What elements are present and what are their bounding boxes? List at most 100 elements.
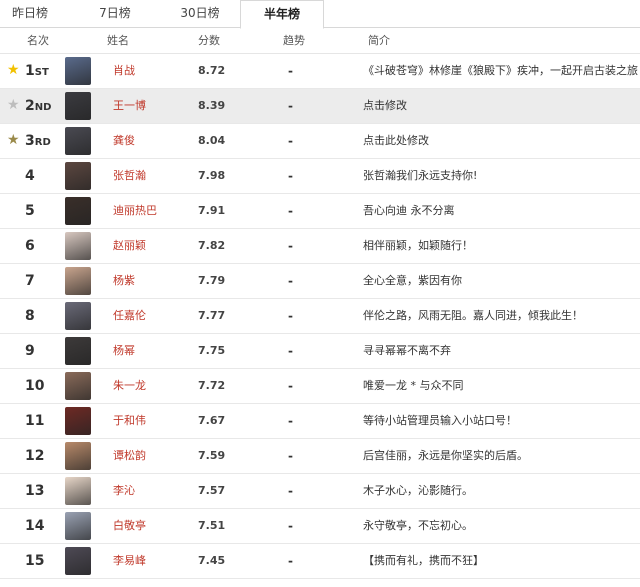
avatar[interactable] (65, 127, 91, 155)
avatar[interactable] (65, 337, 91, 365)
rank-value: 2 (25, 98, 35, 114)
avatar[interactable] (65, 57, 91, 85)
avatar[interactable] (65, 372, 91, 400)
celebrity-name-link[interactable]: 李易峰 (113, 544, 146, 578)
tab-half-year[interactable]: 半年榜 (240, 0, 324, 29)
celebrity-name-link[interactable]: 杨幂 (113, 334, 135, 368)
rank-cell: ★ 1ST (0, 54, 60, 88)
celebrity-name-link[interactable]: 迪丽热巴 (113, 194, 157, 228)
celebrity-name-link[interactable]: 王一博 (113, 89, 146, 123)
score-value: 7.82 (198, 239, 226, 252)
rank-cell: 11 (0, 404, 60, 438)
avatar[interactable] (65, 92, 91, 120)
table-row: 14 白敬亭 7.51 - 永守敬亭，不忘初心。 (0, 509, 640, 544)
rank-number: 3RD (25, 124, 51, 160)
ranking-tabs: 昨日榜 7日榜 30日榜 半年榜 (0, 0, 640, 29)
rank-cell: ★ 2ND (0, 89, 60, 123)
trend-value: - (288, 379, 293, 393)
rank-number: 14 (25, 509, 44, 543)
table-row: 13 李沁 7.57 - 木子水心，沁影随行。 (0, 474, 640, 509)
rank-value: 13 (25, 483, 45, 499)
table-row: 7 杨紫 7.79 - 全心全意，紫因有你 (0, 264, 640, 299)
score-value: 7.75 (198, 344, 226, 357)
celebrity-name-link[interactable]: 龚俊 (113, 124, 135, 158)
rank-cell: ★ 3RD (0, 124, 60, 158)
intro-text: 唯爱一龙 * 与众不同 (363, 379, 464, 392)
table-row: 10 朱一龙 7.72 - 唯爱一龙 * 与众不同 (0, 369, 640, 404)
star-icon: ★ (7, 97, 20, 113)
rank-suffix: ND (34, 102, 52, 113)
celebrity-name-link[interactable]: 肖战 (113, 54, 135, 88)
avatar[interactable] (65, 267, 91, 295)
celebrity-name-link[interactable]: 杨紫 (113, 264, 135, 298)
tab-7-day[interactable]: 7日榜 (80, 0, 150, 27)
rank-number: 5 (25, 194, 35, 228)
rank-suffix: RD (34, 137, 51, 148)
score-value: 7.72 (198, 379, 226, 392)
celebrity-name-link[interactable]: 赵丽颖 (113, 229, 146, 263)
celebrity-name-link[interactable]: 任嘉伦 (113, 299, 146, 333)
avatar[interactable] (65, 232, 91, 260)
rank-cell: 8 (0, 299, 60, 333)
tab-yesterday[interactable]: 昨日榜 (0, 0, 60, 27)
avatar[interactable] (65, 512, 91, 540)
avatar[interactable] (65, 197, 91, 225)
intro-text: 寻寻幂幂不离不弃 (363, 344, 451, 357)
score-value: 7.59 (198, 449, 226, 462)
table-row: 12 谭松韵 7.59 - 后宫佳丽，永远是你坚实的后盾。 (0, 439, 640, 474)
rank-number: 7 (25, 264, 35, 298)
celebrity-name-link[interactable]: 朱一龙 (113, 369, 146, 403)
rank-cell: 15 (0, 544, 60, 578)
rank-value: 8 (25, 308, 35, 324)
intro-text: 全心全意，紫因有你 (363, 274, 462, 287)
trend-value: - (288, 64, 293, 78)
rank-number: 13 (25, 474, 44, 508)
celebrity-name-link[interactable]: 张哲瀚 (113, 159, 146, 193)
tab-30-day[interactable]: 30日榜 (160, 0, 240, 27)
rank-number: 6 (25, 229, 35, 263)
score-value: 8.39 (198, 99, 226, 112)
rank-cell: 4 (0, 159, 60, 193)
score-value: 8.04 (198, 134, 226, 147)
score-value: 7.57 (198, 484, 226, 497)
celebrity-name-link[interactable]: 谭松韵 (113, 439, 146, 473)
rank-cell: 6 (0, 229, 60, 263)
rank-value: 1 (25, 63, 35, 79)
avatar[interactable] (65, 302, 91, 330)
rank-number: 2ND (25, 89, 51, 125)
trend-value: - (288, 519, 293, 533)
celebrity-name-link[interactable]: 于和伟 (113, 404, 146, 438)
rank-number: 9 (25, 334, 35, 368)
avatar[interactable] (65, 547, 91, 575)
rank-value: 11 (25, 413, 45, 429)
intro-text: 点击此处修改 (363, 134, 429, 147)
score-value: 7.67 (198, 414, 226, 427)
rank-cell: 5 (0, 194, 60, 228)
table-row: 4 张哲瀚 7.98 - 张哲瀚我们永远支持你! (0, 159, 640, 194)
intro-text: 张哲瀚我们永远支持你! (363, 169, 478, 182)
intro-text: 《斗破苍穹》林修崖《狼殿下》疾冲，一起开启古装之旅 (363, 64, 638, 77)
avatar[interactable] (65, 407, 91, 435)
rank-value: 14 (25, 518, 45, 534)
celebrity-name-link[interactable]: 白敬亭 (113, 509, 146, 543)
avatar[interactable] (65, 162, 91, 190)
intro-text: 木子水心，沁影随行。 (363, 484, 473, 497)
header-trend: 趋势 (283, 34, 305, 47)
star-icon: ★ (7, 62, 20, 78)
avatar[interactable] (65, 477, 91, 505)
rank-value: 15 (25, 553, 45, 569)
rank-number: 4 (25, 159, 35, 193)
rank-number: 15 (25, 544, 44, 578)
rank-value: 6 (25, 238, 35, 254)
rank-number: 11 (25, 404, 44, 438)
rank-number: 12 (25, 439, 44, 473)
avatar[interactable] (65, 442, 91, 470)
rank-value: 9 (25, 343, 35, 359)
celebrity-name-link[interactable]: 李沁 (113, 474, 135, 508)
table-row: 8 任嘉伦 7.77 - 伴伦之路，风雨无阻。嘉人同进，倾我此生！ (0, 299, 640, 334)
header-rank: 名次 (27, 34, 49, 47)
intro-text: 相伴丽颖，如颖随行！ (363, 239, 473, 252)
trend-value: - (288, 274, 293, 288)
intro-text: 等待小站管理员输入小站口号！ (363, 414, 517, 427)
rank-value: 12 (25, 448, 45, 464)
